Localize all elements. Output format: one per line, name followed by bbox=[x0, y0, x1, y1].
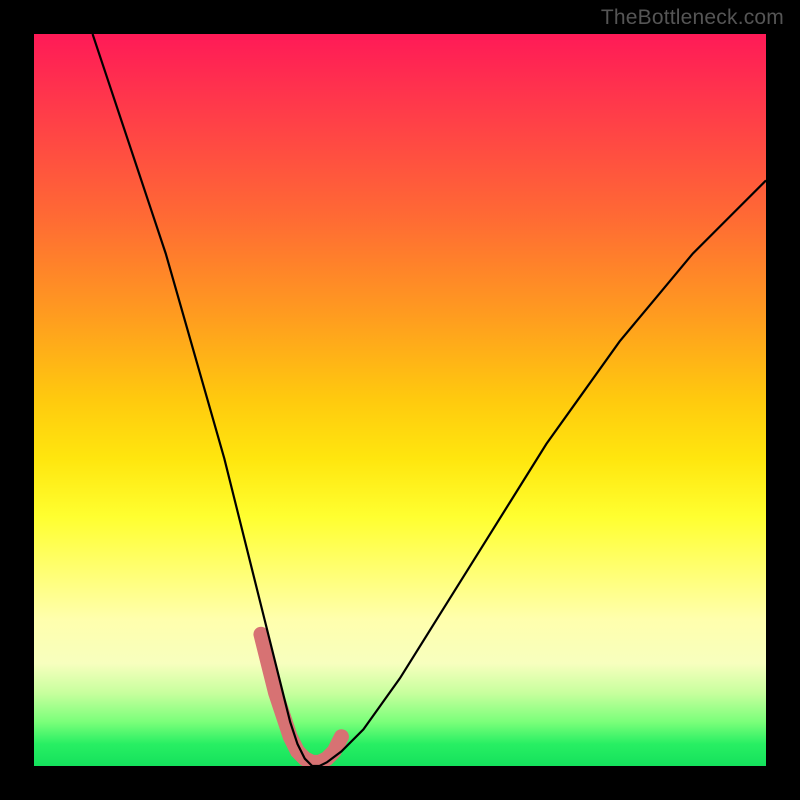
bottleneck-curve bbox=[93, 34, 766, 766]
chart-frame: TheBottleneck.com bbox=[0, 0, 800, 800]
curve-svg bbox=[34, 34, 766, 766]
watermark-text: TheBottleneck.com bbox=[601, 6, 784, 30]
plot-area bbox=[34, 34, 766, 766]
